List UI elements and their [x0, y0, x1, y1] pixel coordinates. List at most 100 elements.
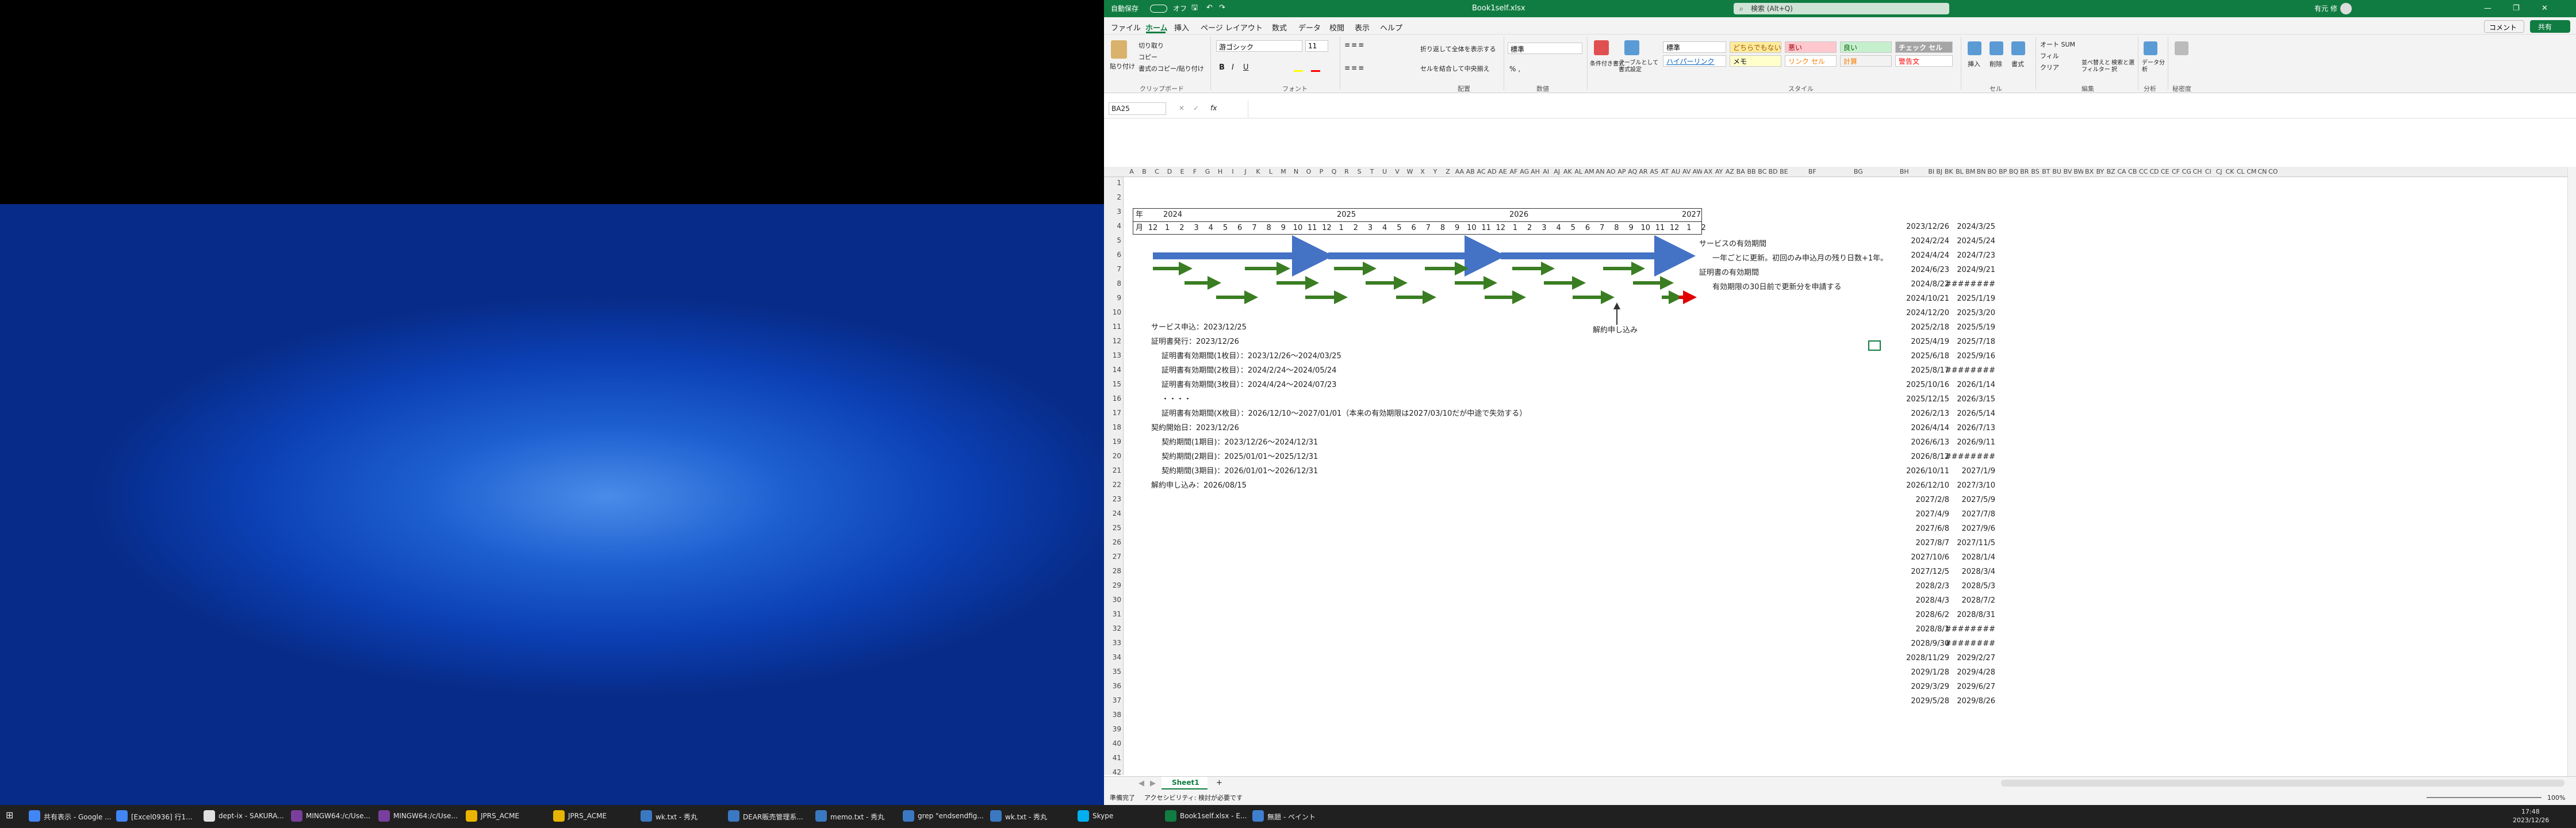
windows-start-icon[interactable]: ⊞ [6, 810, 13, 821]
taskbar-item[interactable]: 共有表示 - Google ... [44, 812, 112, 822]
cert-end-date: 2028/3/4 [1961, 568, 1995, 576]
taskbar-app-icon[interactable] [990, 810, 1002, 822]
service-period-label: サービスの有効期間 [1699, 240, 1767, 248]
cert-start-date: 2028/9/30 [1911, 639, 1949, 648]
vertical-scrollbar[interactable] [2567, 167, 2576, 776]
cert-end-date: 2027/11/5 [1957, 539, 1995, 547]
cert-start-date: 2026/8/12 [1911, 453, 1949, 461]
cert-end-date: ######## [1945, 639, 1995, 648]
zoom-slider[interactable] [2426, 797, 2542, 798]
cert-start-date: 2028/4/3 [1915, 596, 1949, 605]
taskbar-item[interactable]: dept-ix - SAKURA... [218, 812, 284, 820]
cert-end-date: 2028/5/3 [1961, 582, 1995, 591]
cert-end-date: 2026/5/14 [1957, 409, 1995, 418]
taskbar-item[interactable]: JPRS_ACME [481, 812, 519, 820]
desktop-wallpaper [0, 204, 1104, 814]
taskbar-app-icon[interactable] [29, 810, 40, 822]
cert-start-date: 2028/11/29 [1906, 654, 1949, 662]
cert-start-date: 2029/1/28 [1911, 668, 1949, 677]
cert-end-date: 2026/7/13 [1957, 424, 1995, 432]
taskbar-app-icon[interactable] [1078, 810, 1089, 822]
taskbar-app-icon[interactable] [378, 810, 390, 822]
horizontal-scrollbar[interactable] [2001, 780, 2564, 787]
add-sheet-button[interactable]: + [1216, 779, 1222, 788]
taskbar-app-icon[interactable] [903, 810, 914, 822]
clock-time[interactable]: 17:48 [2521, 808, 2540, 815]
cert-start-date: 2025/10/16 [1906, 381, 1949, 389]
cert-start-date: 2026/12/10 [1906, 481, 1949, 490]
cert-start-date: 2027/12/5 [1911, 568, 1949, 576]
note-text: 証明書有効期間(1枚目）：2023/12/26～2024/03/25 [1162, 352, 1341, 361]
cert-start-date: 2027/4/9 [1915, 510, 1949, 519]
sheet-nav-left-icon[interactable]: ◀ [1138, 779, 1144, 788]
cert-start-date: 2024/2/24 [1911, 237, 1949, 246]
cert-end-date: 2028/8/31 [1957, 611, 1995, 619]
taskbar-item[interactable]: JPRS_ACME [568, 812, 607, 820]
cert-end-date: 2025/7/18 [1957, 338, 1995, 346]
taskbar-app-icon[interactable] [728, 810, 739, 822]
taskbar-item[interactable]: Skype [1092, 812, 1113, 820]
sheet-tab-sheet1[interactable]: Sheet1 [1162, 777, 1208, 789]
taskbar-item[interactable]: 無題 - ペイント [1267, 812, 1316, 822]
cert-renewal-note: 有効期限の30日前で更新分を申請する [1712, 283, 1842, 292]
taskbar-item[interactable]: grep "endsendfig... [918, 812, 984, 820]
service-period-note: 一年ごとに更新。初回のみ申込月の残り日数+1年。 [1712, 254, 1888, 263]
cert-end-date: 2027/1/9 [1961, 467, 1995, 476]
taskbar-app-icon[interactable] [553, 810, 565, 822]
taskbar-item[interactable]: Book1self.xlsx - E... [1180, 812, 1247, 820]
taskbar-app-icon[interactable] [1252, 810, 1264, 822]
cert-start-date: 2026/2/13 [1911, 409, 1949, 418]
taskbar-app-icon[interactable] [1165, 810, 1176, 822]
taskbar-item[interactable]: MINGW64:/c/Use... [306, 812, 370, 820]
cert-start-date: 2026/10/11 [1906, 467, 1949, 476]
cert-end-date: 2024/9/21 [1957, 266, 1995, 274]
cert-end-date: 2029/6/27 [1957, 683, 1995, 691]
zoom-level[interactable]: 100% [2547, 793, 2565, 803]
sheet-nav-right-icon[interactable]: ▶ [1150, 779, 1156, 788]
cert-start-date: 2027/2/8 [1915, 496, 1949, 504]
cert-end-date: ######## [1945, 625, 1995, 634]
cert-start-date: 2024/6/23 [1911, 266, 1949, 274]
taskbar-item[interactable]: wk.txt - 秀丸 [1005, 812, 1047, 822]
cert-start-date: 2025/2/18 [1911, 323, 1949, 332]
cert-start-date: 2027/10/6 [1911, 553, 1949, 562]
cert-end-date: 2024/3/25 [1957, 223, 1995, 231]
clock-date[interactable]: 2023/12/26 [2513, 816, 2549, 824]
taskbar-app-icon[interactable] [116, 810, 128, 822]
cert-end-date: 2026/9/11 [1957, 438, 1995, 447]
taskbar-item[interactable]: [Excel0936] 行1... [131, 812, 193, 822]
cert-end-date: 2028/1/4 [1961, 553, 1995, 562]
cancel-label: 解約申し込み [1593, 326, 1638, 335]
note-text: 証明書有効期間(X枚目）：2026/12/10～2027/01/01（本来の有効… [1162, 409, 1527, 418]
taskbar-item[interactable]: DEAR販売管理系... [743, 812, 803, 822]
taskbar-item[interactable]: wk.txt - 秀丸 [656, 812, 697, 822]
note-text: 証明書有効期間(3枚目）：2024/4/24～2024/07/23 [1162, 381, 1337, 389]
cert-end-date: 2024/7/23 [1957, 251, 1995, 260]
taskbar-item[interactable]: memo.txt - 秀丸 [830, 812, 884, 822]
cert-end-date: 2027/5/9 [1961, 496, 1995, 504]
taskbar-app-icon[interactable] [641, 810, 652, 822]
taskbar-app-icon[interactable] [466, 810, 477, 822]
note-text: 解約申し込み：2026/08/15 [1151, 481, 1247, 490]
taskbar-item[interactable]: MINGW64:/c/Use... [393, 812, 458, 820]
note-text: 契約開始日：2023/12/26 [1151, 424, 1239, 432]
accessibility-status[interactable]: アクセシビリティ: 検討が必要です [1144, 793, 1243, 803]
note-text: 契約期間(1期目)：2023/12/26～2024/12/31 [1162, 438, 1318, 447]
cert-start-date: 2027/8/7 [1915, 539, 1949, 547]
cert-end-date: 2025/5/19 [1957, 323, 1995, 332]
cert-end-date: 2026/1/14 [1957, 381, 1995, 389]
status-ready: 準備完了 [1110, 794, 1135, 802]
cert-end-date: ######## [1945, 453, 1995, 461]
excel-window: 自動保存 オフ 🖫 ↶ ↷ Book1self.xlsx ⌕ 検索 (Alt+Q… [1104, 0, 2576, 814]
taskbar-app-icon[interactable] [291, 810, 302, 822]
cert-start-date: 2023/12/26 [1906, 223, 1949, 231]
taskbar-app-icon[interactable] [204, 810, 215, 822]
cert-end-date: 2027/3/10 [1957, 481, 1995, 490]
taskbar-app-icon[interactable] [815, 810, 827, 822]
note-text: ・・・・ [1162, 395, 1192, 404]
status-bar [1104, 791, 2576, 805]
cert-start-date: 2027/6/8 [1915, 524, 1949, 533]
cert-end-date: 2028/7/2 [1961, 596, 1995, 605]
note-text: 証明書発行：2023/12/26 [1151, 338, 1239, 346]
cert-start-date: 2024/12/20 [1906, 309, 1949, 317]
